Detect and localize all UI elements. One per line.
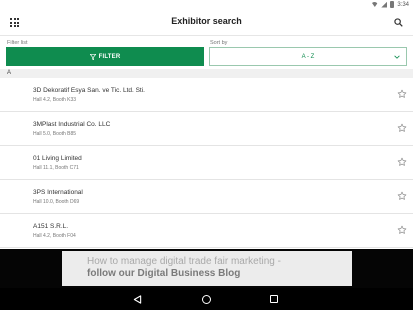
filter-button-label: FILTER bbox=[98, 53, 121, 60]
sort-label: Sort by bbox=[210, 40, 228, 46]
back-icon[interactable] bbox=[133, 295, 142, 304]
filter-label: Filter list bbox=[7, 40, 28, 46]
banner-link[interactable]: How to manage digital trade fair marketi… bbox=[62, 251, 352, 286]
status-bar: 3:34 bbox=[0, 0, 413, 9]
funnel-icon bbox=[89, 53, 96, 60]
list-item[interactable]: A151 S.R.L. Hall 4.2, Booth F04 bbox=[0, 214, 413, 248]
page-title: Exhibitor search bbox=[171, 16, 242, 26]
exhibitor-name: 3MPlast Industrial Co. LLC bbox=[33, 121, 111, 128]
battery-icon bbox=[390, 1, 395, 8]
exhibitor-location: Hall 5.0, Booth B85 bbox=[33, 131, 77, 137]
star-outline-icon[interactable] bbox=[397, 191, 407, 201]
home-icon[interactable] bbox=[202, 295, 211, 304]
navigation-bar bbox=[0, 288, 413, 310]
list-item[interactable]: 3D Dekoratif Esya San. ve Tic. Ltd. Sti.… bbox=[0, 78, 413, 112]
status-icons: 3:34 bbox=[371, 0, 409, 9]
filter-button[interactable]: FILTER bbox=[6, 47, 204, 66]
chevron-down-icon bbox=[394, 55, 400, 59]
banner-line-2: follow our Digital Business Blog bbox=[87, 268, 352, 280]
signal-icon bbox=[381, 1, 388, 8]
banner-blog-name: Digital Business Blog bbox=[137, 268, 241, 279]
exhibitor-location: Hall 10.0, Booth D69 bbox=[33, 199, 80, 205]
banner-prefix: follow our bbox=[87, 268, 138, 279]
exhibitor-name: A151 S.R.L. bbox=[33, 223, 69, 230]
exhibitor-location: Hall 4.2, Booth F04 bbox=[33, 233, 76, 239]
exhibitor-location: Hall 4.2, Booth K33 bbox=[33, 97, 77, 103]
list-item[interactable]: 3PS International Hall 10.0, Booth D69 bbox=[0, 180, 413, 214]
status-time: 3:34 bbox=[397, 1, 409, 8]
recents-icon[interactable] bbox=[270, 295, 278, 303]
star-outline-icon[interactable] bbox=[397, 89, 407, 99]
banner-ad: How to manage digital trade fair marketi… bbox=[0, 249, 413, 288]
star-outline-icon[interactable] bbox=[397, 123, 407, 133]
list-item[interactable]: 01 Living Limited Hall 11.1, Booth C71 bbox=[0, 146, 413, 180]
star-outline-icon[interactable] bbox=[397, 225, 407, 235]
section-header: A bbox=[0, 69, 413, 78]
exhibitor-name: 3D Dekoratif Esya San. ve Tic. Ltd. Sti. bbox=[33, 87, 145, 94]
exhibitor-name: 01 Living Limited bbox=[33, 155, 82, 162]
list-item[interactable]: 3MPlast Industrial Co. LLC Hall 5.0, Boo… bbox=[0, 112, 413, 146]
wifi-icon bbox=[371, 2, 379, 7]
search-icon[interactable] bbox=[394, 18, 403, 27]
exhibitor-name: 3PS International bbox=[33, 189, 83, 196]
sort-selected-value: A - Z bbox=[301, 53, 315, 60]
app-bar: Exhibitor search bbox=[0, 9, 413, 36]
sort-select[interactable]: A - Z bbox=[209, 47, 407, 66]
star-outline-icon[interactable] bbox=[397, 157, 407, 167]
exhibitor-list: 3D Dekoratif Esya San. ve Tic. Ltd. Sti.… bbox=[0, 78, 413, 248]
banner-line-1: How to manage digital trade fair marketi… bbox=[87, 256, 281, 267]
exhibitor-location: Hall 11.1, Booth C71 bbox=[33, 165, 79, 171]
